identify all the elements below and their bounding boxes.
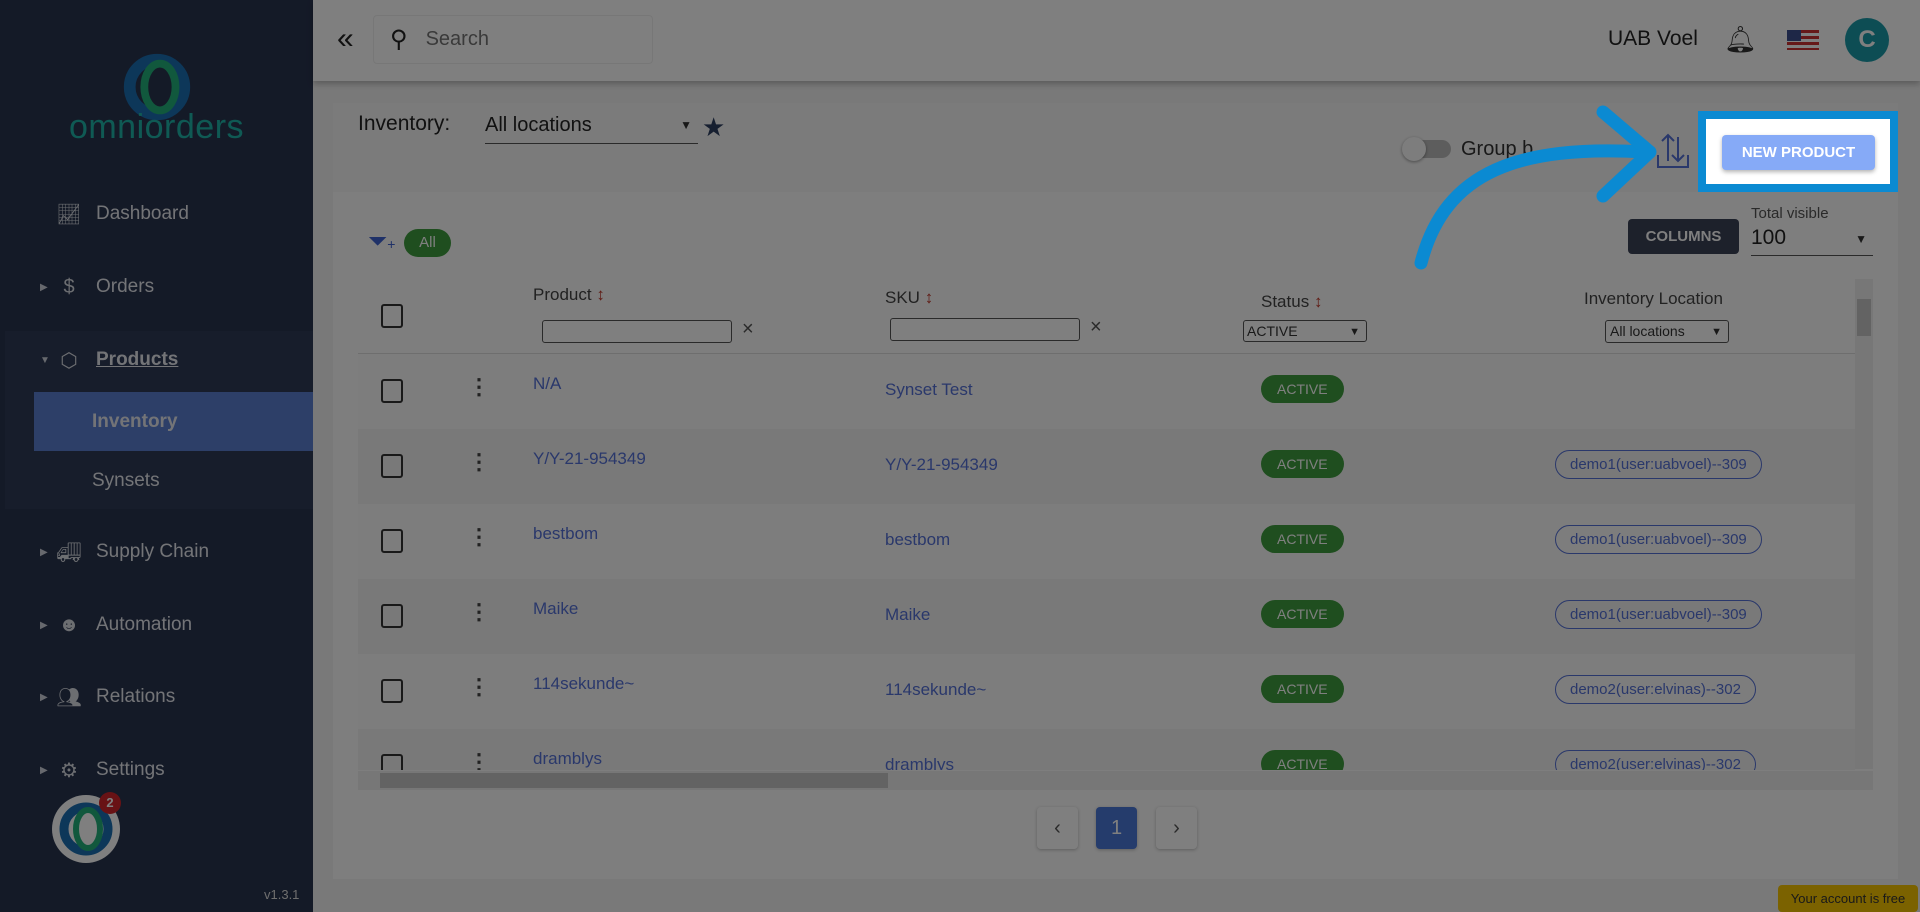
status-badge: ACTIVE bbox=[1261, 525, 1344, 553]
sort-icon[interactable]: ↕ bbox=[925, 288, 934, 307]
row-menu-icon[interactable]: ⋮ bbox=[468, 524, 490, 550]
us-flag-icon[interactable] bbox=[1787, 30, 1819, 50]
location-chip[interactable]: demo2(user:elvinas)--302 bbox=[1555, 675, 1756, 704]
sku-link[interactable]: 114sekunde~ bbox=[885, 680, 986, 700]
status-badge: ACTIVE bbox=[1261, 375, 1344, 403]
table-row: ⋮ N/A Synset Test ACTIVE bbox=[358, 354, 1855, 429]
version-label: v1.3.1 bbox=[264, 887, 300, 902]
table-row: ⋮ dramblys dramblys ACTIVE demo2(user:el… bbox=[358, 729, 1855, 770]
status-badge: ACTIVE bbox=[1261, 750, 1344, 770]
table-row: ⋮ Maike Maike ACTIVE demo1(user:uabvoel)… bbox=[358, 579, 1855, 654]
total-visible-select[interactable]: 100 ▼ bbox=[1751, 226, 1873, 256]
notification-badge: 2 bbox=[99, 792, 121, 814]
sku-filter-input[interactable] bbox=[890, 318, 1080, 341]
sort-icon[interactable]: ↕ bbox=[1314, 292, 1323, 311]
tutorial-arrow-icon bbox=[1414, 105, 1657, 270]
highlight-frame: NEW PRODUCT bbox=[1698, 111, 1898, 192]
dollar-icon: $ bbox=[63, 275, 75, 298]
column-header-sku[interactable]: SKU ↕ bbox=[885, 288, 933, 308]
row-menu-icon[interactable]: ⋮ bbox=[468, 599, 490, 625]
select-all-checkbox[interactable] bbox=[381, 304, 403, 328]
product-link[interactable]: N/A bbox=[533, 374, 561, 394]
product-link[interactable]: dramblys bbox=[533, 749, 602, 769]
horizontal-scrollbar[interactable] bbox=[358, 771, 1873, 790]
product-filter-input[interactable] bbox=[542, 320, 732, 343]
status-badge: ACTIVE bbox=[1261, 600, 1344, 628]
search-input[interactable] bbox=[425, 28, 626, 51]
product-link[interactable]: bestbom bbox=[533, 524, 598, 544]
sort-icon[interactable]: ↕ bbox=[596, 285, 605, 304]
add-filter-icon[interactable]: ⏷+ bbox=[368, 228, 395, 256]
location-chip[interactable]: demo2(user:elvinas)--302 bbox=[1555, 750, 1756, 770]
search-box[interactable]: ⚲ bbox=[373, 15, 653, 64]
row-menu-icon[interactable]: ⋮ bbox=[468, 374, 490, 400]
status-badge: ACTIVE bbox=[1261, 450, 1344, 478]
avatar[interactable]: C bbox=[1845, 18, 1889, 62]
location-filter-select[interactable]: All locations ▼ bbox=[1605, 320, 1729, 343]
vertical-scrollbar[interactable] bbox=[1855, 279, 1873, 769]
row-menu-icon[interactable]: ⋮ bbox=[468, 674, 490, 700]
account-notice[interactable]: Your account is free bbox=[1778, 885, 1918, 912]
collapse-sidebar-icon[interactable]: « bbox=[337, 22, 354, 56]
location-chip[interactable]: demo1(user:uabvoel)--309 bbox=[1555, 450, 1762, 479]
row-checkbox[interactable] bbox=[381, 529, 403, 553]
next-page-button[interactable]: › bbox=[1156, 807, 1197, 849]
row-checkbox[interactable] bbox=[381, 604, 403, 628]
sku-link[interactable]: Synset Test bbox=[885, 380, 973, 400]
row-menu-icon[interactable]: ⋮ bbox=[468, 449, 490, 475]
location-select[interactable]: All locations ▼ bbox=[485, 114, 698, 144]
table-row: ⋮ 114sekunde~ 114sekunde~ ACTIVE demo2(u… bbox=[358, 654, 1855, 729]
location-chip[interactable]: demo1(user:uabvoel)--309 bbox=[1555, 525, 1762, 554]
chevron-down-icon: ▼ bbox=[680, 118, 692, 132]
table-row: ⋮ bestbom bestbom ACTIVE demo1(user:uabv… bbox=[358, 504, 1855, 579]
filter-chip-all[interactable]: All bbox=[404, 229, 451, 257]
sidebar-item-orders[interactable]: ▶ $ Orders bbox=[0, 262, 313, 312]
page-1-button[interactable]: 1 bbox=[1096, 807, 1137, 849]
chart-line-icon: 📈︎ bbox=[56, 203, 82, 226]
chevron-down-icon: ▼ bbox=[1349, 326, 1360, 338]
row-checkbox[interactable] bbox=[381, 379, 403, 403]
column-header-status[interactable]: Status ↕ bbox=[1261, 292, 1322, 312]
clear-product-filter-icon[interactable]: × bbox=[742, 318, 754, 341]
row-checkbox[interactable] bbox=[381, 679, 403, 703]
company-name[interactable]: UAB Voel bbox=[1608, 27, 1698, 51]
column-header-product[interactable]: Product ↕ bbox=[533, 285, 605, 305]
sku-link[interactable]: Y/Y-21-954349 bbox=[885, 455, 998, 475]
sku-link[interactable]: dramblys bbox=[885, 755, 954, 770]
page-title: Inventory: bbox=[358, 112, 451, 135]
new-product-button[interactable]: NEW PRODUCT bbox=[1722, 135, 1875, 170]
row-checkbox[interactable] bbox=[381, 454, 403, 478]
row-checkbox[interactable] bbox=[381, 754, 403, 770]
product-link[interactable]: Y/Y-21-954349 bbox=[533, 449, 646, 469]
bell-icon[interactable]: 🔔︎ bbox=[1724, 24, 1757, 55]
table-body: ⋮ N/A Synset Test ACTIVE ⋮ Y/Y-21-954349… bbox=[0, 354, 1920, 770]
clear-sku-filter-icon[interactable]: × bbox=[1090, 316, 1102, 339]
location-chip[interactable]: demo1(user:uabvoel)--309 bbox=[1555, 600, 1762, 629]
chevron-down-icon: ▼ bbox=[1711, 326, 1722, 338]
sidebar-item-dashboard[interactable]: 📈︎ Dashboard bbox=[0, 189, 313, 239]
status-badge: ACTIVE bbox=[1261, 675, 1344, 703]
star-icon[interactable]: ★ bbox=[702, 112, 725, 143]
column-header-location: Inventory Location bbox=[1584, 289, 1723, 308]
total-visible-label: Total visible bbox=[1751, 205, 1829, 222]
chevron-down-icon: ▼ bbox=[1855, 232, 1867, 246]
prev-page-button[interactable]: ‹ bbox=[1037, 807, 1078, 849]
table-row: ⋮ Y/Y-21-954349 Y/Y-21-954349 ACTIVE dem… bbox=[358, 429, 1855, 504]
sku-link[interactable]: Maike bbox=[885, 605, 930, 625]
product-link[interactable]: 114sekunde~ bbox=[533, 674, 634, 694]
sku-link[interactable]: bestbom bbox=[885, 530, 950, 550]
status-filter-select[interactable]: ACTIVE ▼ bbox=[1243, 320, 1367, 342]
caret-right-icon: ▶ bbox=[40, 281, 48, 293]
search-icon: ⚲ bbox=[390, 26, 408, 53]
product-link[interactable]: Maike bbox=[533, 599, 578, 619]
top-bar: « ⚲ UAB Voel 🔔︎ C bbox=[313, 0, 1920, 81]
brand-name: omniorders bbox=[68, 108, 245, 146]
row-menu-icon[interactable]: ⋮ bbox=[468, 749, 490, 770]
